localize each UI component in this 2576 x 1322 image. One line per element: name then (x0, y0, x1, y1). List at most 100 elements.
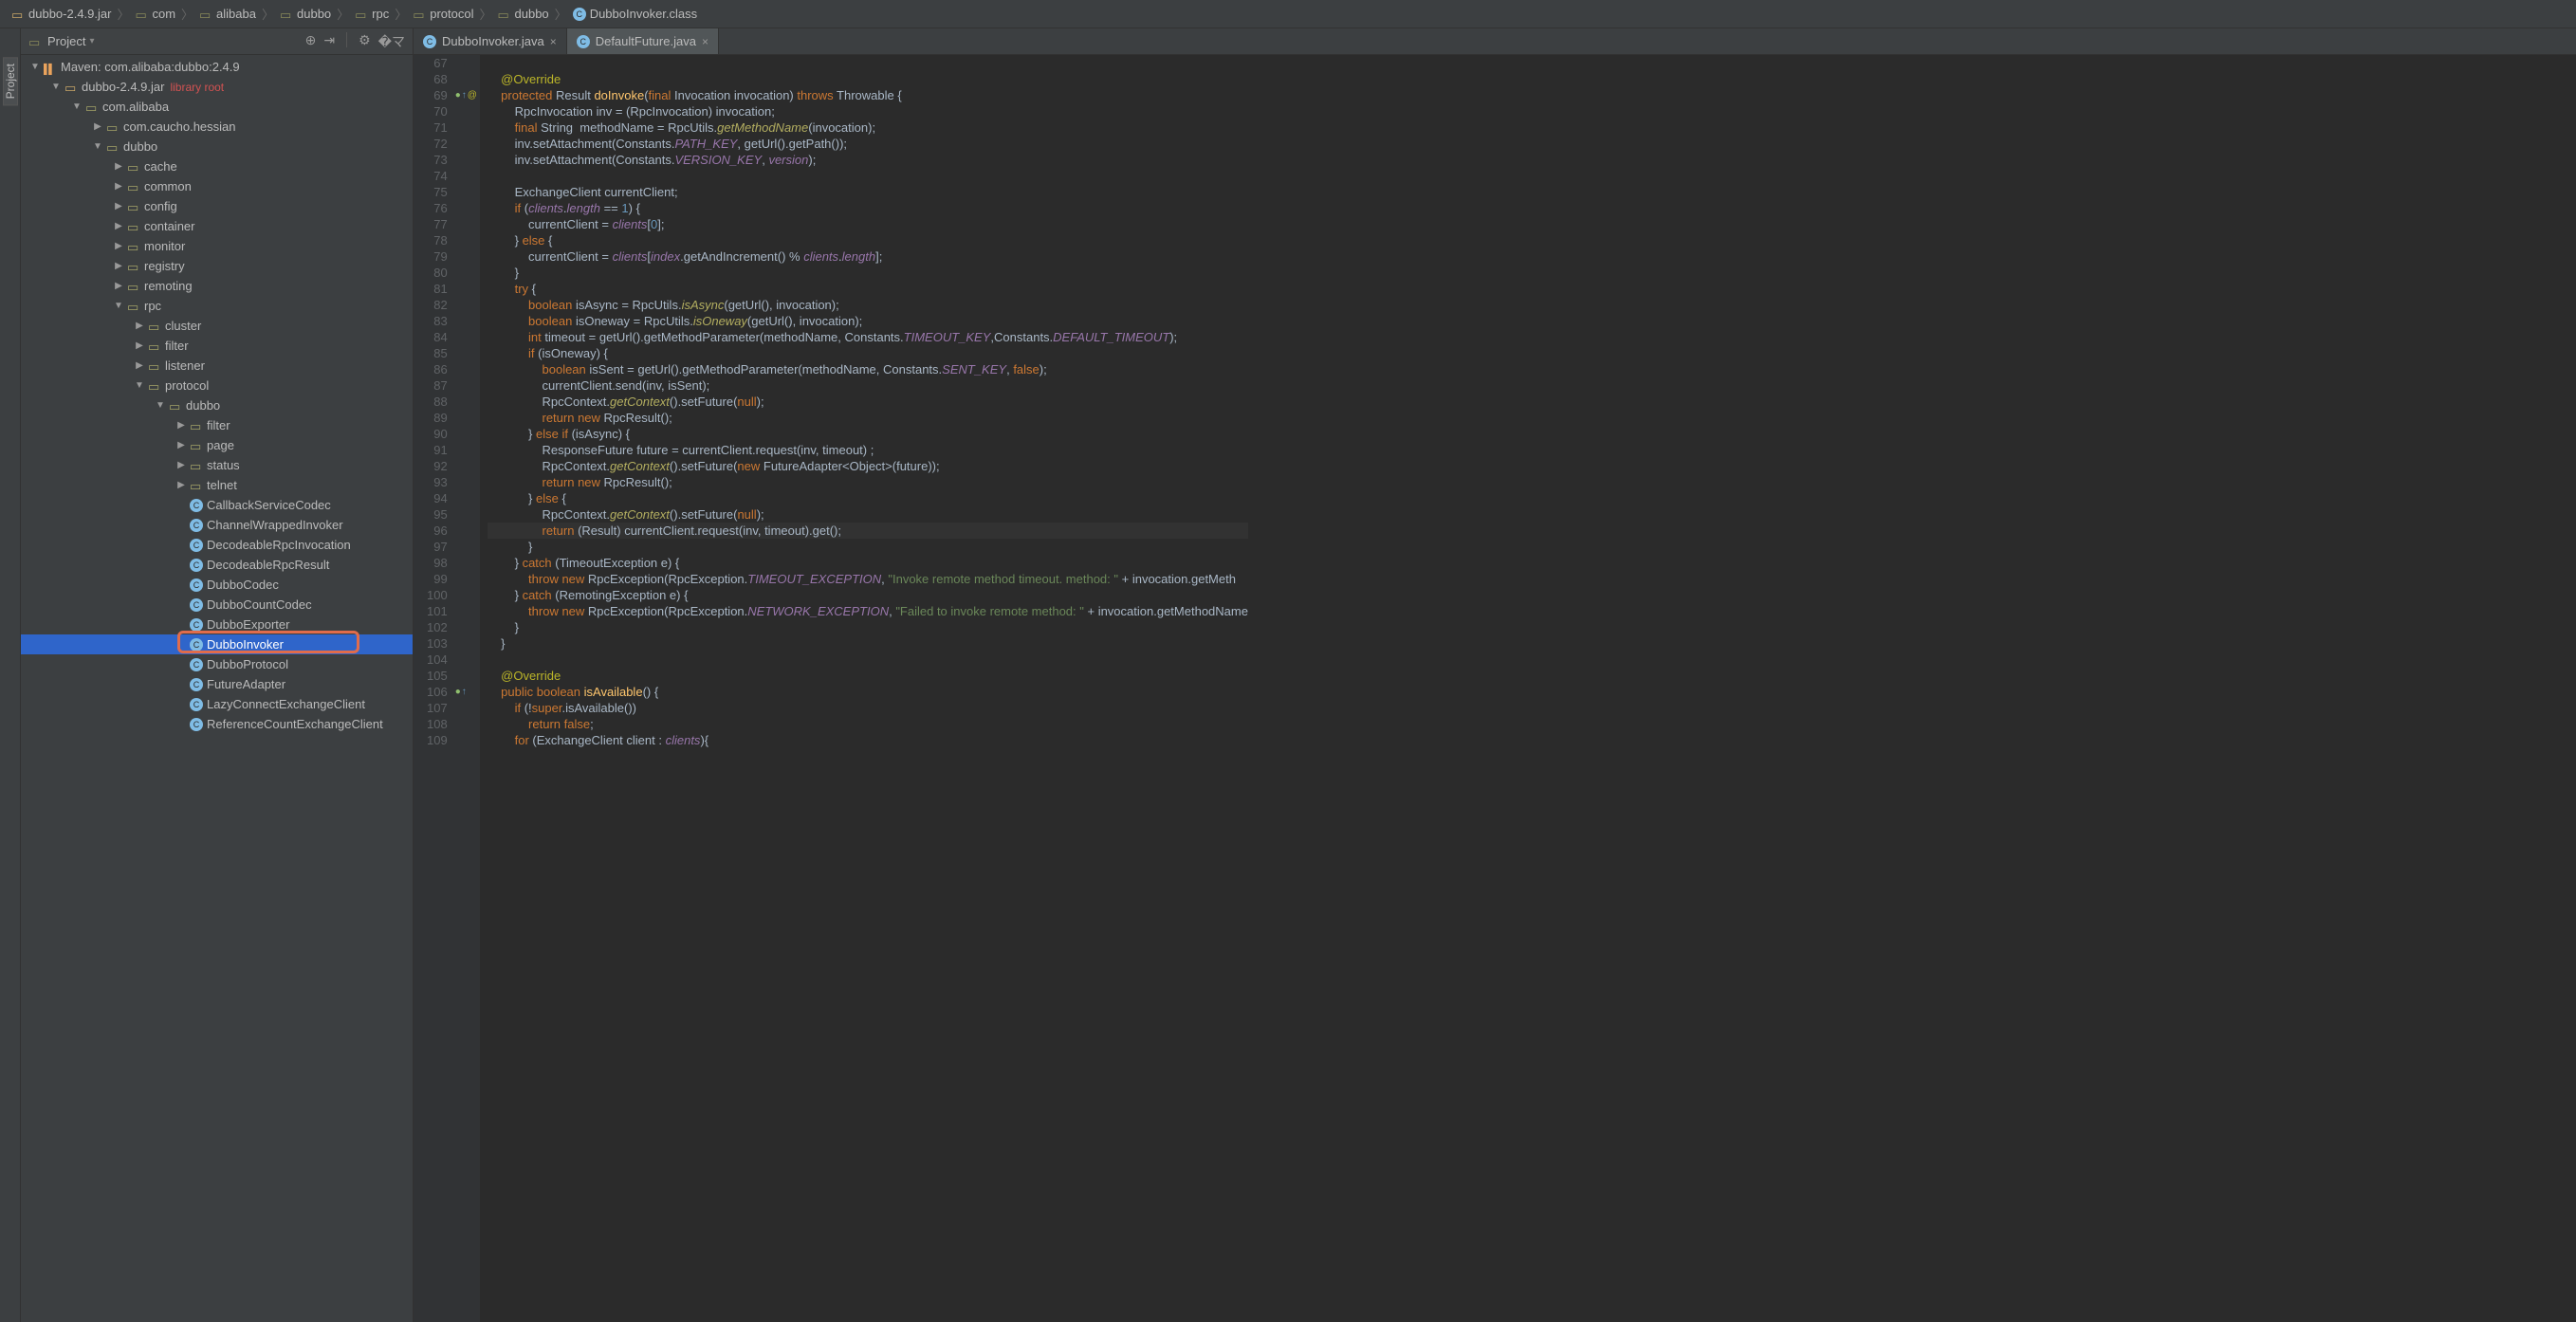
pkg-icon (148, 359, 161, 373)
expand-arrow-icon[interactable]: ▶ (112, 161, 125, 172)
breadcrumb-item[interactable]: dubbo (494, 7, 553, 21)
tree-item-referencecountexchangeclient[interactable]: ▶ReferenceCountExchangeClient (21, 714, 413, 734)
tree-label: CallbackServiceCodec (207, 498, 331, 512)
tree-item-channelwrappedinvoker[interactable]: ▶ChannelWrappedInvoker (21, 515, 413, 535)
code-editor[interactable]: 6768697071727374757677787980818283848586… (414, 55, 2576, 1322)
expand-arrow-icon[interactable]: ▶ (112, 261, 125, 271)
tree-item-dubbo-2-4-9-jar[interactable]: ▼dubbo-2.4.9.jarlibrary root (21, 77, 413, 97)
expand-arrow-icon[interactable]: ▶ (112, 181, 125, 192)
gear-icon[interactable]: ⚙ (359, 32, 371, 51)
editor-tab[interactable]: DefaultFuture.java× (567, 28, 719, 54)
class-icon (190, 559, 203, 572)
tree-item-monitor[interactable]: ▶monitor (21, 236, 413, 256)
tree-item-cache[interactable]: ▶cache (21, 156, 413, 176)
breadcrumb-item[interactable]: protocol (409, 7, 477, 21)
tree-label: com.alibaba (102, 100, 169, 114)
breadcrumb-label: rpc (372, 7, 389, 21)
tree-item-listener[interactable]: ▶listener (21, 356, 413, 376)
tree-item-telnet[interactable]: ▶telnet (21, 475, 413, 495)
expand-arrow-icon[interactable]: ▶ (175, 440, 188, 450)
breadcrumb-item[interactable]: rpc (351, 7, 393, 21)
tree-item-dubbo[interactable]: ▼dubbo (21, 395, 413, 415)
locate-icon[interactable]: ⊕ (305, 32, 317, 51)
tree-item-protocol[interactable]: ▼protocol (21, 376, 413, 395)
expand-arrow-icon[interactable]: ▼ (49, 82, 63, 92)
tree-item-decodeablerpcinvocation[interactable]: ▶DecodeableRpcInvocation (21, 535, 413, 555)
tree-item-lazyconnectexchangeclient[interactable]: ▶LazyConnectExchangeClient (21, 694, 413, 714)
close-icon[interactable]: × (702, 35, 708, 48)
tree-item-filter[interactable]: ▶filter (21, 336, 413, 356)
tree-item-remoting[interactable]: ▶remoting (21, 276, 413, 296)
expand-arrow-icon[interactable]: ▶ (112, 281, 125, 291)
tree-item-futureadapter[interactable]: ▶FutureAdapter (21, 674, 413, 694)
tree-item-maven-com-alibaba-dubbo-2-4-9[interactable]: ▼Maven: com.alibaba:dubbo:2.4.9 (21, 57, 413, 77)
tree-item-rpc[interactable]: ▼rpc (21, 296, 413, 316)
expand-arrow-icon[interactable]: ▶ (112, 201, 125, 211)
project-tree[interactable]: ▼Maven: com.alibaba:dubbo:2.4.9▼dubbo-2.… (21, 55, 413, 1322)
tree-item-container[interactable]: ▶ container (21, 216, 413, 236)
hide-icon[interactable]: �マ (378, 32, 405, 51)
expand-arrow-icon[interactable]: ▼ (112, 301, 125, 311)
tree-item-config[interactable]: ▶config (21, 196, 413, 216)
collapse-all-icon[interactable]: ⇥ (323, 32, 335, 51)
tree-label: common (144, 179, 192, 193)
expand-arrow-icon[interactable]: ▼ (154, 400, 167, 411)
breadcrumb-item[interactable]: com (131, 7, 179, 21)
close-icon[interactable]: × (550, 35, 557, 48)
tree-item-dubbocodec[interactable]: ▶DubboCodec (21, 575, 413, 595)
editor-tab[interactable]: DubboInvoker.java× (414, 28, 567, 54)
class-icon (190, 578, 203, 592)
tree-label: filter (207, 418, 230, 432)
pkg-icon (190, 479, 203, 492)
expand-arrow-icon[interactable]: ▶ (133, 321, 146, 331)
tree-label: DubboProtocol (207, 657, 288, 671)
editor-tabs: DubboInvoker.java×DefaultFuture.java× (414, 28, 2576, 55)
expand-arrow-icon[interactable]: ▼ (133, 380, 146, 391)
tree-item-dubboexporter[interactable]: ▶DubboExporter (21, 615, 413, 634)
breadcrumb-item[interactable]: dubbo (276, 7, 335, 21)
tree-label: page (207, 438, 234, 452)
class-icon (190, 698, 203, 711)
expand-arrow-icon[interactable]: ▼ (91, 141, 104, 152)
tree-item-decodeablerpcresult[interactable]: ▶DecodeableRpcResult (21, 555, 413, 575)
panel-title[interactable]: Project (47, 34, 85, 48)
folder-icon (199, 8, 212, 21)
breadcrumb-item[interactable]: dubbo-2.4.9.jar (8, 7, 115, 21)
expand-arrow-icon[interactable]: ▶ (175, 420, 188, 431)
expand-arrow-icon[interactable]: ▶ (112, 221, 125, 231)
tree-item-registry[interactable]: ▶registry (21, 256, 413, 276)
expand-arrow-icon[interactable]: ▶ (133, 340, 146, 351)
tree-item-callbackservicecodec[interactable]: ▶CallbackServiceCodec (21, 495, 413, 515)
class-icon (573, 8, 586, 21)
breadcrumb-label: com (152, 7, 175, 21)
expand-arrow-icon[interactable]: ▶ (133, 360, 146, 371)
tree-item-dubboprotocol[interactable]: ▶DubboProtocol (21, 654, 413, 674)
expand-arrow-icon[interactable]: ▶ (91, 121, 104, 132)
breadcrumb-label: dubbo (297, 7, 331, 21)
tree-item-filter[interactable]: ▶ filter (21, 415, 413, 435)
pkg-icon (85, 101, 99, 114)
breadcrumb-item[interactable]: DubboInvoker.class (569, 7, 701, 21)
tree-item-page[interactable]: ▶ page (21, 435, 413, 455)
expand-arrow-icon[interactable]: ▶ (112, 241, 125, 251)
chevron-down-icon[interactable]: ▾ (89, 36, 94, 46)
folder-icon (280, 8, 293, 21)
tree-item-dubboinvoker[interactable]: ▶DubboInvoker (21, 634, 413, 654)
tree-item-dubbocountcodec[interactable]: ▶DubboCountCodec (21, 595, 413, 615)
expand-arrow-icon[interactable]: ▶ (175, 460, 188, 470)
expand-arrow-icon[interactable]: ▶ (175, 480, 188, 490)
tree-item-cluster[interactable]: ▶cluster (21, 316, 413, 336)
tree-item-dubbo[interactable]: ▼dubbo (21, 137, 413, 156)
expand-arrow-icon[interactable]: ▼ (28, 62, 42, 72)
tree-item-status[interactable]: ▶status (21, 455, 413, 475)
pkg-icon (148, 320, 161, 333)
tree-label: container (144, 219, 194, 233)
tree-item-common[interactable]: ▶ common (21, 176, 413, 196)
breadcrumb-item[interactable]: alibaba (195, 7, 260, 21)
tree-item-com-caucho-hessian[interactable]: ▶com.caucho.hessian (21, 117, 413, 137)
expand-arrow-icon[interactable]: ▼ (70, 101, 83, 112)
pkg-icon (106, 140, 120, 154)
code-content[interactable]: @Override protected Result doInvoke(fina… (480, 55, 1248, 1322)
project-tool-window-button[interactable]: Project (3, 57, 18, 105)
tree-item-com-alibaba[interactable]: ▼ com.alibaba (21, 97, 413, 117)
